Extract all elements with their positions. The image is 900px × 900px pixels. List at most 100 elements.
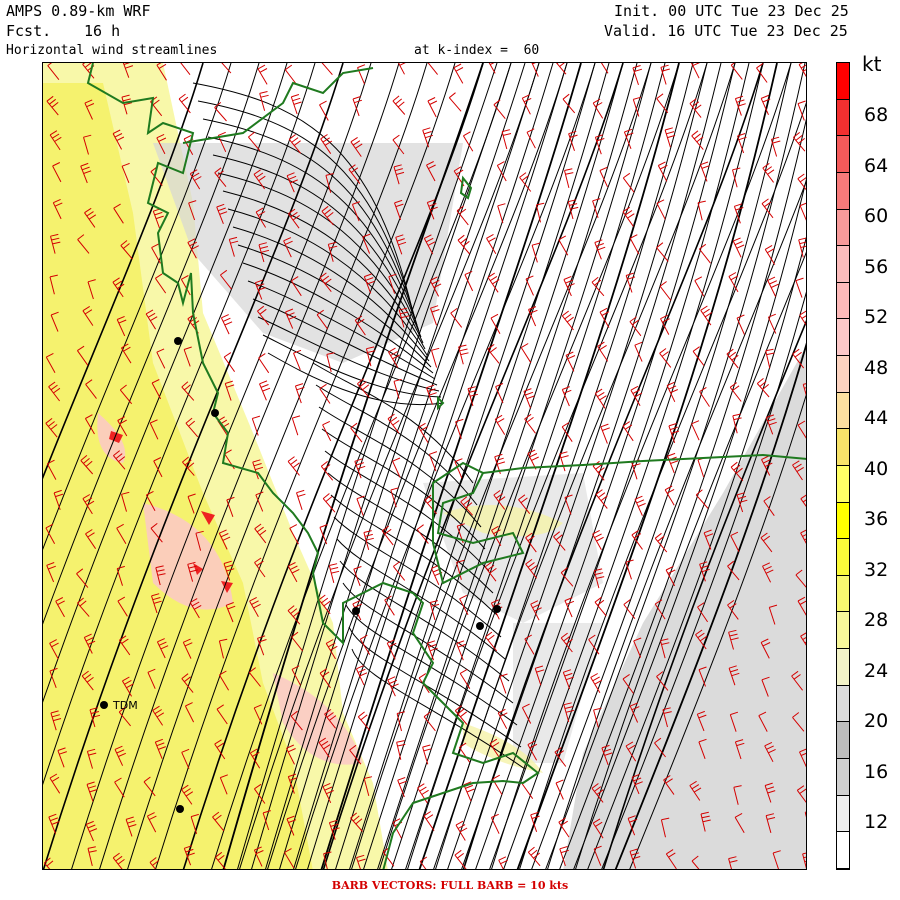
field-title: Horizontal wind streamlines: [6, 43, 218, 58]
wind-barb: [501, 129, 512, 150]
colorbar-tick-label: 56: [864, 255, 889, 278]
wind-barb: [525, 275, 534, 296]
wind-barb: [799, 202, 806, 221]
wind-barb: [690, 63, 700, 79]
wind-barb: [700, 161, 710, 182]
wind-barb: [691, 420, 700, 441]
wind-barb: [634, 341, 643, 362]
wind-barb: [419, 856, 428, 869]
colorbar-tick-label: 68: [864, 104, 889, 126]
valid-time: Valid. 16 UTC Tue 23 Dec 25: [604, 22, 848, 40]
wind-barb: [392, 95, 406, 115]
wind-barb: [354, 458, 366, 479]
level-label: at k-index = 60: [414, 43, 540, 58]
wind-barb: [795, 277, 804, 298]
colorbar-segment: [837, 758, 849, 796]
colorbar-segment: [837, 282, 849, 320]
map-canvas: [43, 63, 806, 869]
wind-barb: [767, 313, 777, 334]
colorbar-tick-label: 24: [864, 659, 889, 682]
model-title: AMPS 0.89-km WRF: [6, 2, 151, 20]
wind-map: TDM: [42, 62, 807, 870]
colorbar-tick-label: 52: [864, 306, 889, 328]
wind-barb: [180, 63, 191, 76]
colorbar-tick-label: 60: [864, 205, 889, 227]
wind-barb: [459, 668, 471, 689]
wind-barb: [629, 234, 640, 255]
wind-barb: [485, 631, 498, 652]
wind-barb: [497, 203, 506, 224]
wind-barb: [600, 63, 609, 74]
wind-barb: [178, 93, 191, 114]
wind-barb: [492, 774, 503, 795]
wind-barb: [632, 65, 643, 86]
wind-barb: [296, 489, 306, 510]
wind-barb: [520, 343, 532, 364]
colorbar-segment: [837, 722, 849, 759]
wind-barb: [287, 456, 300, 476]
wind-barb: [594, 239, 606, 260]
wind-shading-gray-east: [563, 346, 806, 869]
wind-barb: [396, 711, 406, 732]
colorbar-unit: kt: [862, 52, 882, 76]
wind-barb: [284, 64, 297, 85]
colorbar-segment: [837, 136, 849, 173]
colorbar-segment: [837, 539, 849, 576]
wind-barb: [328, 563, 340, 584]
wind-barb: [427, 63, 438, 75]
wind-barb: [431, 347, 440, 368]
colorbar-tick-label: 36: [864, 508, 889, 530]
colorbar: [836, 62, 850, 870]
wind-barb: [487, 272, 500, 293]
wind-barb: [457, 234, 470, 255]
colorbar-segment: [837, 319, 849, 356]
wind-barb: [357, 64, 366, 85]
colorbar-segment: [837, 575, 849, 613]
wind-barb: [556, 63, 567, 75]
wind-barb: [422, 744, 432, 765]
wind-barb: [251, 415, 261, 436]
wind-barb: [456, 205, 469, 226]
colorbar-tick-label: 28: [864, 609, 889, 631]
init-time: Init. 00 UTC Tue 23 Dec 25: [614, 2, 849, 20]
colorbar-tick-label: 16: [864, 760, 889, 783]
colorbar-segment: [837, 649, 849, 686]
wind-barb: [291, 415, 301, 436]
wind-barb: [423, 811, 435, 831]
wind-barb: [321, 63, 333, 76]
colorbar-segment: [837, 392, 849, 430]
wind-barb: [294, 383, 305, 404]
station-label-tdm: TDM: [113, 699, 138, 712]
wind-barb: [600, 423, 610, 444]
station-marker: [174, 337, 182, 345]
wind-barb: [694, 276, 705, 297]
colorbar-segment: [837, 465, 849, 503]
station-marker: [476, 622, 484, 630]
forecast-hour: 16 h: [84, 22, 121, 40]
wind-barb: [594, 388, 607, 409]
wind-barb: [666, 381, 679, 403]
colorbar-segment: [837, 99, 849, 137]
wind-barb: [490, 813, 500, 834]
wind-barb: [498, 856, 508, 869]
wind-barb: [592, 198, 601, 219]
wind-barb: [634, 495, 646, 516]
station-marker: [176, 805, 184, 813]
wind-barb: [659, 281, 672, 301]
wind-barb: [656, 199, 666, 220]
colorbar-segment: [837, 685, 849, 723]
colorbar-segment: [837, 172, 849, 210]
colorbar-segment: [837, 356, 849, 393]
colorbar-segment: [837, 612, 849, 649]
wind-barb: [257, 64, 268, 85]
wind-barb: [798, 63, 806, 77]
wind-barb: [564, 597, 575, 618]
wind-barb: [564, 168, 574, 189]
colorbar-tick-label: 64: [864, 154, 889, 177]
wind-barb: [597, 341, 609, 362]
barb-legend: BARB VECTORS: FULL BARB = 10 kts: [331, 879, 569, 892]
wind-barb: [453, 63, 464, 84]
colorbar-segment: [837, 832, 849, 869]
wind-barb: [519, 172, 532, 192]
forecast-label: Fcst.: [6, 22, 52, 40]
